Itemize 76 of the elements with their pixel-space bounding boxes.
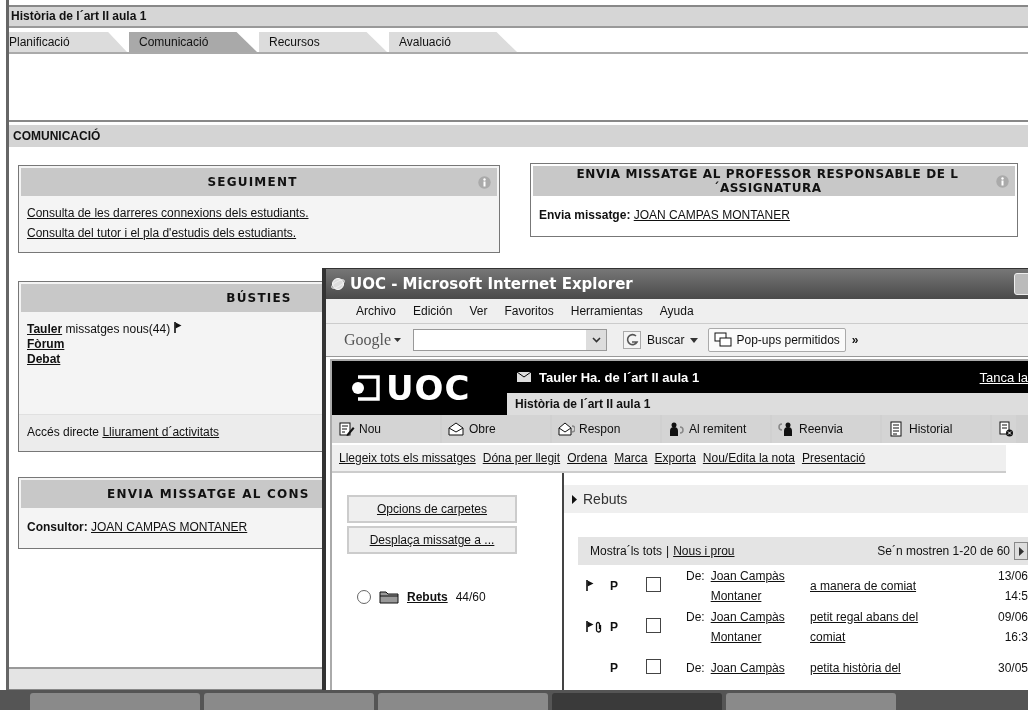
menu-item[interactable]: Archivo (356, 304, 396, 318)
logo: UOC (332, 361, 507, 415)
mailbox-link[interactable]: Tauler (27, 322, 63, 336)
popup-button[interactable]: Pop-ups permitidos (708, 328, 846, 352)
action-link[interactable]: Presentació (801, 451, 866, 465)
menu-item[interactable]: Herramientas (570, 304, 643, 318)
section-title: COMUNICACIÓ (13, 129, 101, 143)
subject-link[interactable]: petita història del (810, 657, 942, 678)
more-chevron[interactable]: » (851, 333, 859, 347)
toolbar-button[interactable]: Historial (882, 415, 990, 443)
action-link[interactable]: Exporta (654, 451, 696, 465)
from-label: De: (686, 659, 705, 677)
mailbox-link[interactable]: Debat (27, 352, 61, 366)
message-count: 44/60 (455, 590, 486, 604)
board-title: Tauler Ha. de l´art II aula 1 (539, 369, 701, 385)
panel-title: BÚSTIES (225, 291, 293, 305)
close-link[interactable]: Tanca la (979, 369, 1028, 385)
course-title: Història de l´art II aula 1 (515, 397, 651, 411)
folder-title: Rebuts (583, 491, 628, 507)
course-title: Història de l´art II aula 1 (11, 9, 147, 23)
filter-link[interactable]: Nous i prou (673, 544, 735, 558)
tab[interactable]: Comunicació (129, 32, 257, 52)
window-title: UOC - Microsoft Internet Explorer (350, 275, 633, 293)
new-messages-count: missatges nous(44) (65, 322, 171, 336)
name-link[interactable]: JOAN CAMPAS MONTANER (91, 520, 248, 534)
folder-option-button[interactable]: Desplaça missatge a ... (347, 526, 517, 554)
action-link[interactable]: Marca (614, 451, 648, 465)
panel-title: ENVIA MISSATGE AL PROFESSOR RESPONSABLE DE L´ASSIGNATURA (575, 167, 960, 195)
link[interactable]: Consulta del tutor i el pla d'estudis dels estudiants. (27, 226, 297, 240)
subject-link[interactable]: petit regal abans del comiat (810, 606, 942, 647)
show-all-label: Mostra´ls tots (590, 544, 662, 558)
link[interactable]: Lliurament d´activitats (102, 425, 220, 439)
menu-item[interactable]: Edición (413, 304, 453, 318)
field-label: Consultor: (27, 520, 88, 534)
action-link[interactable]: Llegeix tots els missatges (339, 451, 476, 465)
toolbar-button[interactable]: Nou (332, 415, 440, 443)
subject-link[interactable]: a manera de comiat (810, 575, 942, 596)
menu-item[interactable]: Ayuda (659, 304, 694, 318)
folder-link[interactable]: Rebuts (407, 590, 448, 604)
page-range: Se´n mostren 1-20 de 60 (877, 544, 1010, 558)
direct-access-label: Accés directe (27, 425, 100, 439)
toolbar-button[interactable]: Respon (552, 415, 660, 443)
toolbar-button[interactable]: Al remitent (662, 415, 770, 443)
message-time: 14:5 (1004, 588, 1028, 603)
action-link[interactable]: Dóna per llegit (482, 451, 561, 465)
sender-link[interactable]: Joan Campàs Montaner (710, 565, 797, 606)
message-date: 30/05 (997, 660, 1028, 675)
mailbox-link[interactable]: Fòrum (27, 337, 65, 351)
message-date: 13/06 (997, 568, 1028, 583)
message-date: 09/06 (997, 609, 1028, 624)
toolbar-button[interactable]: Obre (442, 415, 550, 443)
search-button[interactable]: Buscar (619, 329, 703, 351)
from-label: De: (686, 608, 705, 626)
toolbar-button[interactable]: Reenvia (772, 415, 880, 443)
sender-link[interactable]: Joan Campàs (710, 657, 797, 678)
field-label: Envia missatge: (539, 208, 631, 222)
priority-mark: P (610, 660, 618, 675)
menu-item[interactable]: Favoritos (504, 304, 554, 318)
link[interactable]: Consulta de les darreres connexions dels estudiants. (27, 206, 309, 220)
action-link[interactable]: Ordena (567, 451, 608, 465)
priority-mark: P (610, 578, 618, 593)
priority-mark: P (610, 619, 618, 634)
message-time: 16:3 (1004, 629, 1028, 644)
panel-title: SEGUIMENT (206, 175, 299, 189)
panel-title: ENVIA MISSATGE AL CONS (106, 487, 311, 501)
action-link[interactable]: Nou/Edita la nota (702, 451, 795, 465)
tab[interactable]: Recursos (259, 32, 387, 52)
tab[interactable]: Planificació (9, 32, 127, 52)
tab[interactable]: Avaluació (389, 32, 517, 52)
folder-option-button[interactable]: Opcions de carpetes (347, 495, 517, 523)
sender-link[interactable]: Joan Campàs Montaner (710, 606, 797, 647)
google-menu-button[interactable]: Google (344, 331, 402, 349)
from-label: De: (686, 567, 705, 585)
separator: | (666, 544, 670, 558)
menu-item[interactable]: Ver (469, 304, 488, 318)
name-link[interactable]: JOAN CAMPAS MONTANER (633, 208, 790, 222)
